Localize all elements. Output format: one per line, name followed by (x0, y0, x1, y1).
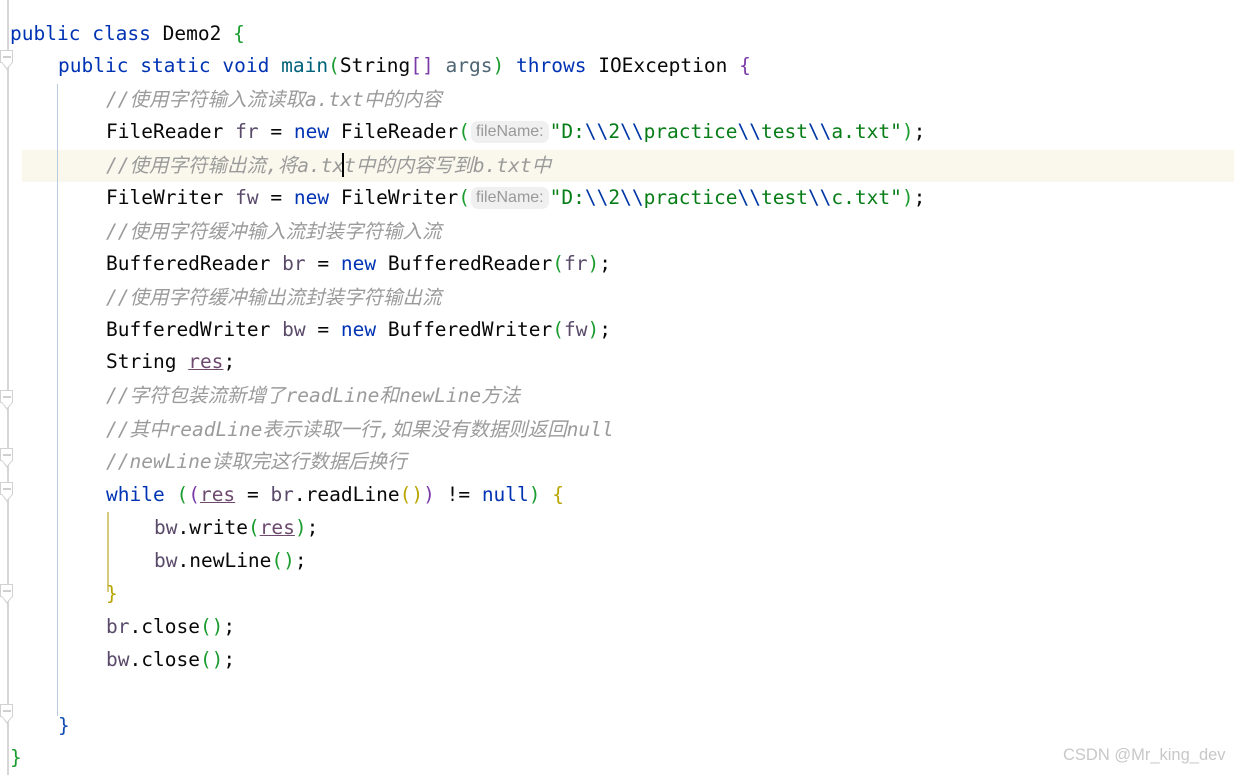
code-line[interactable]: } (10, 742, 22, 774)
inlay-hint-filename: fileName: (471, 121, 549, 143)
code-comment-line[interactable]: //newLine读取完这行数据后换行 (106, 446, 407, 478)
code-line[interactable]: bw.newLine(); (154, 545, 307, 577)
csdn-watermark: CSDN @Mr_king_dev (1063, 746, 1226, 764)
code-line[interactable]: } (106, 578, 118, 610)
code-line[interactable]: br.close(); (106, 611, 235, 643)
code-comment-line[interactable]: //使用字符缓冲输出流封装字符输出流 (106, 282, 441, 314)
code-line[interactable]: while ((res = br.readLine()) != null) { (106, 479, 564, 511)
code-comment-line[interactable]: //其中readLine表示读取一行,如果没有数据则返回null (106, 414, 614, 446)
code-text-area[interactable]: public class Demo2 { public static void … (0, 0, 1234, 775)
code-comment-line[interactable]: //使用字符输出流,将a.txt中的内容写到b.txt中 (106, 150, 551, 182)
code-line[interactable]: public class Demo2 { (10, 18, 245, 50)
text-caret (342, 153, 344, 177)
code-comment-line[interactable]: //使用字符输入流读取a.txt中的内容 (106, 84, 442, 116)
code-line[interactable]: } (58, 710, 70, 742)
inlay-hint-filename: fileName: (471, 187, 549, 209)
code-comment-line[interactable]: //使用字符缓冲输入流封装字符输入流 (106, 216, 441, 248)
code-line[interactable]: FileReader fr = new FileReader(fileName:… (106, 116, 925, 148)
code-line[interactable]: public static void main(String[] args) t… (58, 50, 751, 82)
code-line[interactable]: BufferedWriter bw = new BufferedWriter(f… (106, 314, 611, 346)
code-editor-canvas[interactable]: public class Demo2 { public static void … (0, 0, 1234, 775)
code-comment-line[interactable]: //字符包装流新增了readLine和newLine方法 (106, 380, 520, 412)
code-line[interactable]: BufferedReader br = new BufferedReader(f… (106, 248, 611, 280)
code-line[interactable]: String res; (106, 346, 235, 378)
code-line[interactable]: bw.write(res); (154, 512, 318, 544)
code-line[interactable]: FileWriter fw = new FileWriter(fileName:… (106, 182, 925, 214)
code-line[interactable]: bw.close(); (106, 644, 235, 676)
